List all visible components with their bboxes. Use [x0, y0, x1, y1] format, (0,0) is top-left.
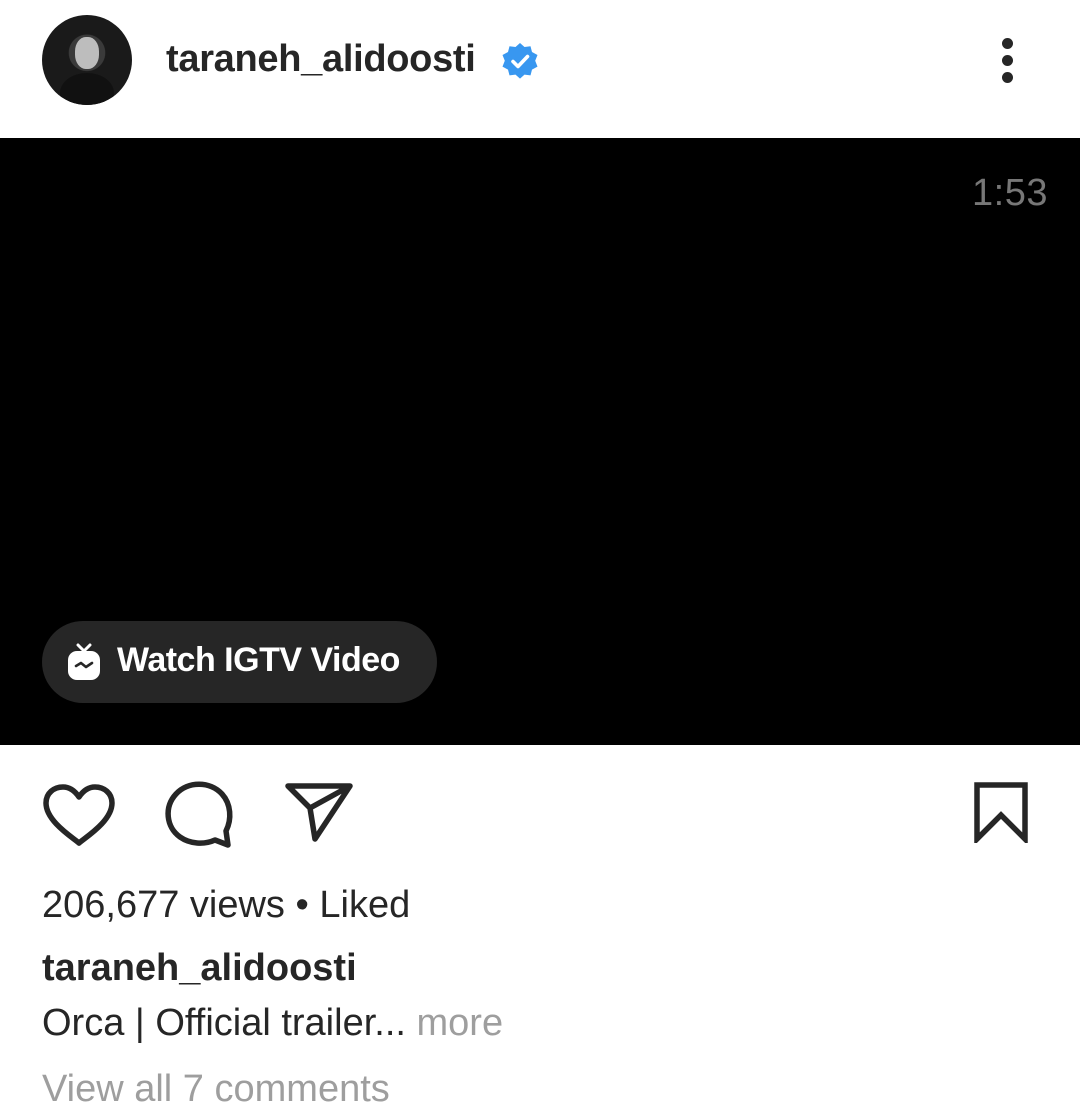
watch-igtv-button[interactable]: Watch IGTV Video — [42, 621, 437, 703]
watch-igtv-label: Watch IGTV Video — [117, 641, 400, 679]
separator-dot: • — [295, 884, 309, 926]
heart-icon[interactable] — [42, 783, 116, 847]
caption: Orca | Official trailer... more — [42, 1002, 503, 1045]
caption-ellipsis: ... — [374, 1002, 406, 1044]
verified-badge-icon — [502, 43, 538, 79]
video-player[interactable]: 1:53 Watch IGTV Video — [0, 138, 1080, 745]
bookmark-icon[interactable] — [972, 781, 1030, 843]
comment-icon[interactable] — [162, 779, 236, 851]
caption-username[interactable]: taraneh_alidoosti — [42, 947, 357, 990]
view-count[interactable]: 206,677 views • Liked — [42, 884, 410, 927]
post-header: taraneh_alidoosti — [0, 0, 1080, 138]
avatar-shoulders — [60, 73, 114, 105]
caption-text: Orca | Official trailer — [42, 1002, 375, 1044]
igtv-icon — [68, 643, 100, 680]
views-text: 206,677 views — [42, 884, 285, 926]
more-link[interactable]: more — [417, 1002, 504, 1044]
avatar[interactable] — [42, 15, 132, 105]
liked-text: Liked — [319, 884, 411, 926]
action-bar — [0, 745, 1080, 885]
avatar-face — [75, 37, 99, 69]
post-username[interactable]: taraneh_alidoosti — [166, 38, 476, 81]
view-all-comments-link[interactable]: View all 7 comments — [42, 1068, 390, 1111]
send-icon[interactable] — [284, 781, 354, 843]
more-options-icon[interactable] — [990, 34, 1026, 88]
video-duration: 1:53 — [972, 172, 1048, 214]
